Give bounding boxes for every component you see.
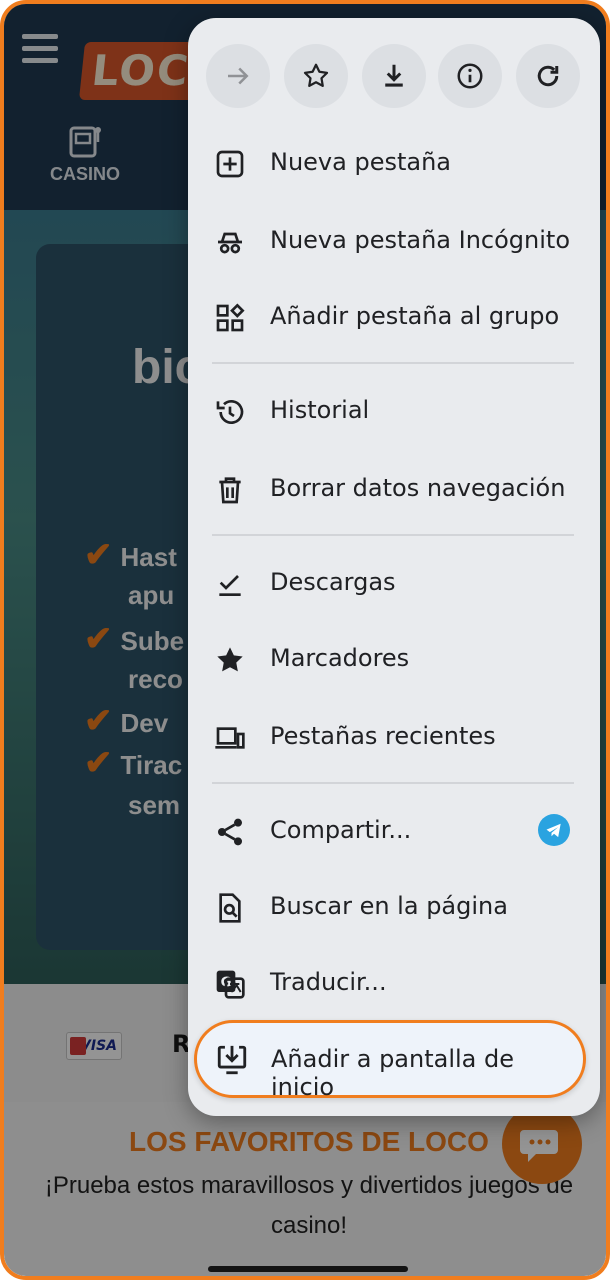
find-in-page-icon [214,892,246,924]
forward-icon [228,67,249,85]
menu-item-add-tab-to-group[interactable]: Añadir pestaña al grupo [188,278,600,354]
menu-item-share[interactable]: Compartir... [188,792,600,868]
trash-icon [214,474,246,506]
menu-item-label: Nueva pestaña [270,148,452,176]
menu-item-incognito[interactable]: Nueva pestaña Incógnito [188,202,600,278]
translate-icon: G [214,968,246,1000]
menu-toolbar [188,18,600,138]
telegram-icon[interactable] [538,814,570,846]
download-icon [385,64,403,87]
menu-item-label: Borrar datos navegación [270,474,566,502]
menu-item-label: Marcadores [270,644,410,672]
menu-divider [212,534,574,536]
menu-item-label: Buscar en la página [270,892,508,920]
phone-frame: LOCO CASINO bic ✔ Hast apu ✔ Sube reco ✔ De… [0,0,610,1280]
menu-item-label: Descargas [270,568,396,596]
menu-divider [212,782,574,784]
menu-item-history[interactable]: Historial [188,372,600,448]
downloads-icon [214,568,246,600]
bookmark-button[interactable] [284,44,348,108]
bookmark-star-icon [303,63,329,87]
menu-item-translate[interactable]: G Traducir... [188,944,600,1020]
menu-item-downloads[interactable]: Descargas [188,544,600,620]
menu-item-label: Pestañas recientes [270,722,496,750]
new-tab-icon [214,148,246,180]
menu-item-new-tab[interactable]: Nueva pestaña [188,124,600,200]
menu-item-label: Añadir a pantalla de inicio [271,1045,515,1101]
history-icon [214,396,246,428]
forward-button[interactable] [206,44,270,108]
menu-item-find-in-page[interactable]: Buscar en la página [188,868,600,944]
recent-tabs-icon [214,722,246,754]
tab-group-icon [214,302,246,334]
menu-item-label: Nueva pestaña Incógnito [270,226,571,254]
menu-divider [212,362,574,364]
menu-item-add-to-home-screen[interactable]: Añadir a pantalla de inicio [194,1020,586,1101]
bookmarks-icon [214,644,246,676]
share-icon [214,816,246,848]
menu-item-label: Traducir... [270,968,387,996]
menu-item-label: Compartir... [270,816,412,844]
incognito-icon [214,226,246,258]
reload-button[interactable] [516,44,580,108]
add-to-home-icon [215,1043,249,1077]
download-page-button[interactable] [362,44,426,108]
info-icon [457,63,483,89]
page-info-button[interactable] [438,44,502,108]
browser-overflow-menu: Nueva pestaña Nueva pestaña Incógnito Añ… [188,18,600,1116]
menu-item-label: Añadir pestaña al grupo [270,302,560,330]
menu-item-bookmarks[interactable]: Marcadores [188,620,600,696]
menu-item-clear-data[interactable]: Borrar datos navegación [188,450,600,526]
menu-item-recent-tabs[interactable]: Pestañas recientes [188,698,600,774]
reload-icon [537,65,559,87]
menu-item-label: Historial [270,396,370,424]
